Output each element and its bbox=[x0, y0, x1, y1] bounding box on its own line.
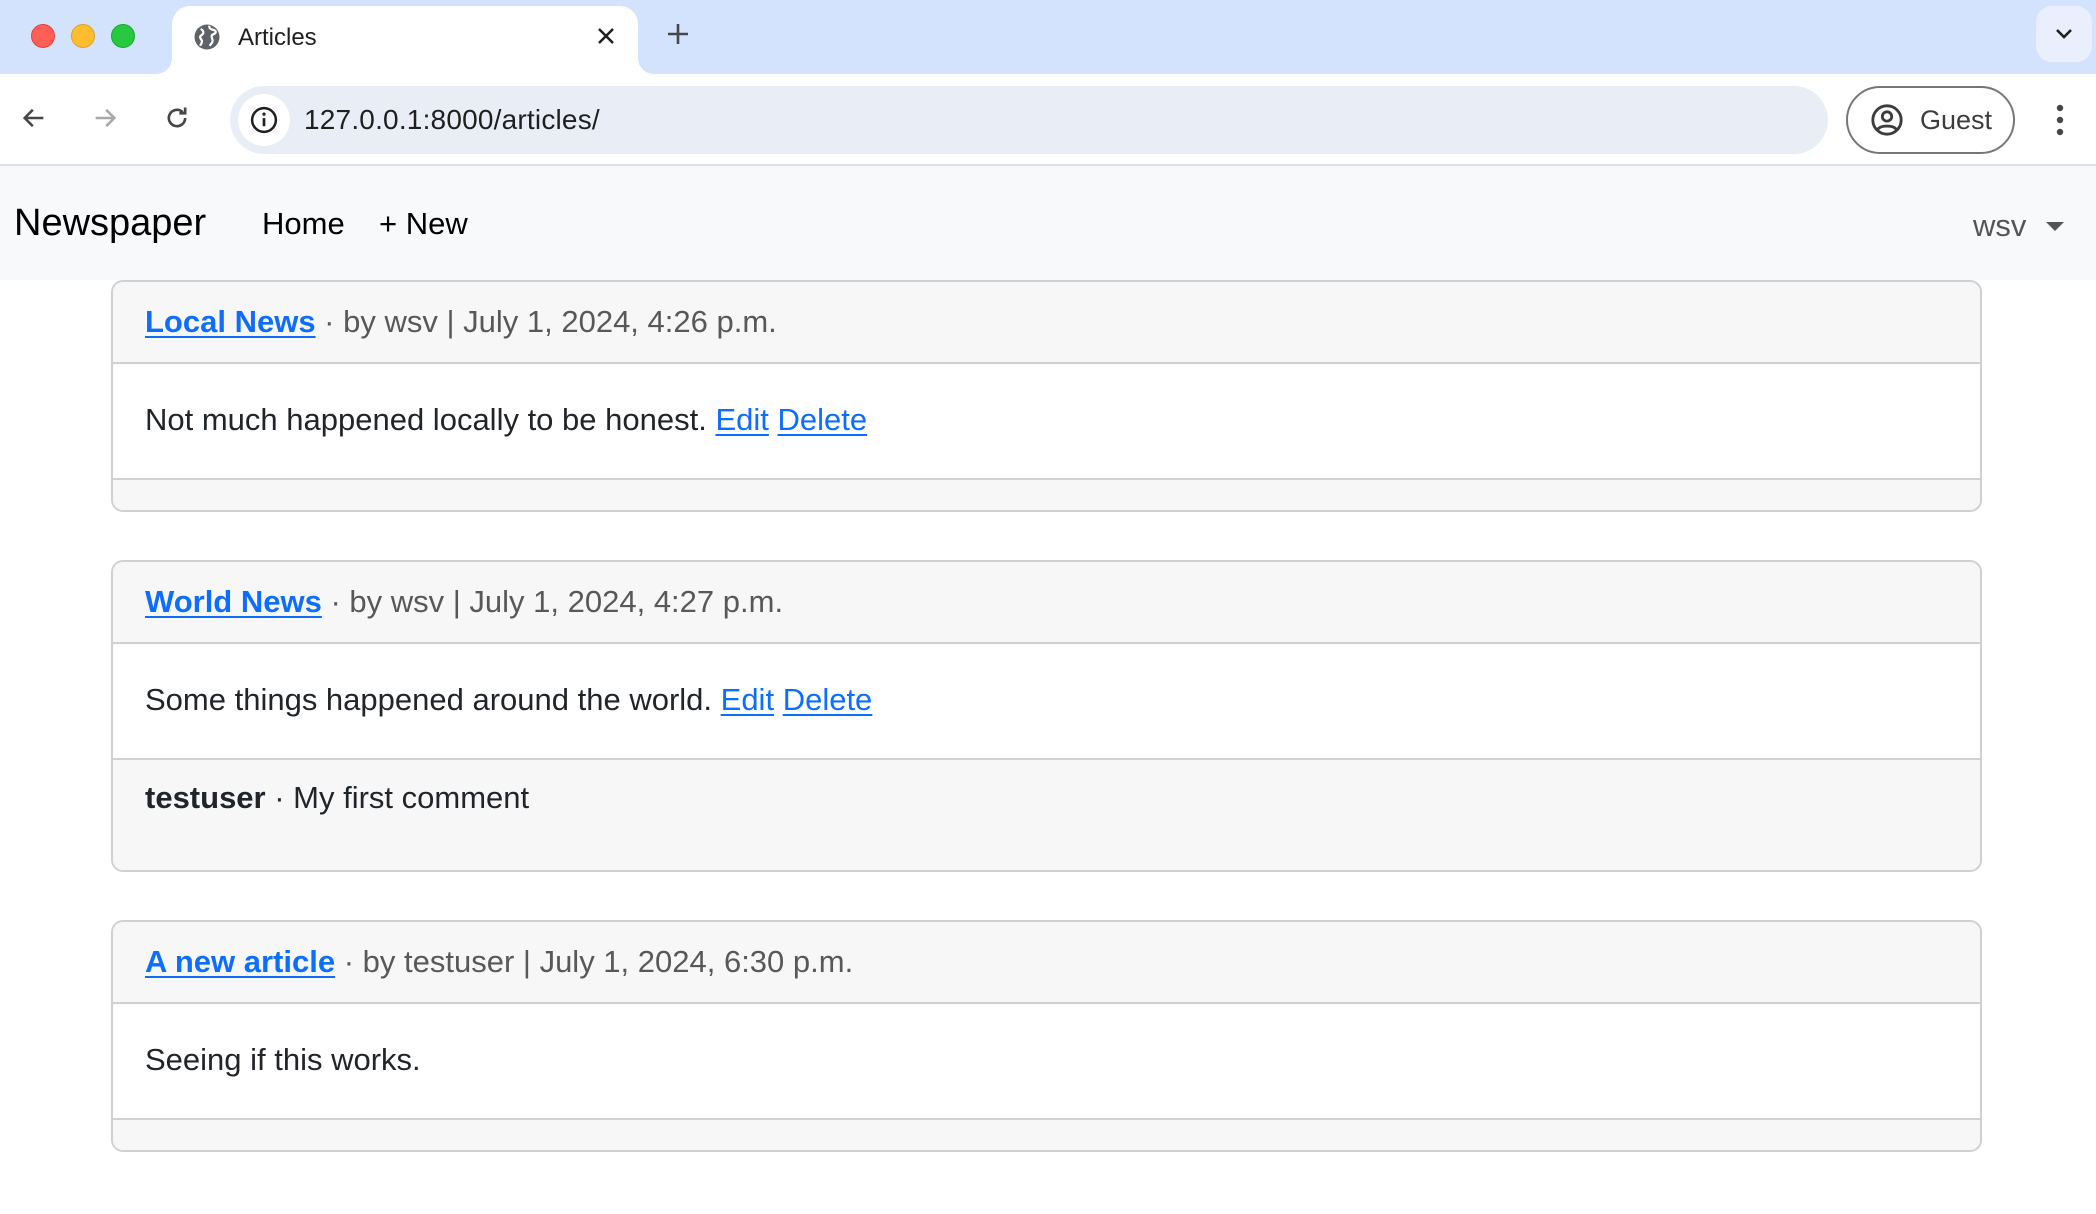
window-minimize-button[interactable] bbox=[71, 24, 95, 48]
user-dropdown-toggle[interactable]: wsv bbox=[1973, 208, 2065, 244]
comment-separator: · bbox=[265, 780, 294, 815]
edit-link[interactable]: Edit bbox=[715, 402, 768, 437]
article-body: Seeing if this works. bbox=[113, 1004, 1980, 1118]
browser-tab-active[interactable]: Articles bbox=[172, 6, 638, 74]
article-title-link[interactable]: A new article bbox=[145, 944, 335, 979]
meta-separator: · by bbox=[321, 584, 391, 619]
nav-new-article-link[interactable]: + New bbox=[379, 206, 468, 242]
new-tab-button[interactable] bbox=[662, 18, 694, 50]
window-close-button[interactable] bbox=[31, 24, 55, 48]
article-text: Seeing if this works. bbox=[145, 1042, 421, 1077]
profile-label: Guest bbox=[1920, 104, 1993, 135]
comment-author: testuser bbox=[145, 780, 266, 815]
comment-text: My first comment bbox=[293, 780, 530, 815]
article-author: wsv bbox=[390, 584, 445, 619]
meta-separator: · by bbox=[335, 944, 404, 979]
info-icon bbox=[250, 106, 278, 134]
tab-search-button[interactable] bbox=[2036, 6, 2092, 62]
brand-link[interactable]: Newspaper bbox=[14, 202, 206, 245]
delete-link[interactable]: Delete bbox=[778, 402, 868, 437]
forward-button[interactable] bbox=[83, 96, 127, 140]
edit-link[interactable]: Edit bbox=[721, 682, 774, 717]
article-card: A new article · by testuser | July 1, 20… bbox=[111, 920, 1982, 1152]
article-body: Not much happened locally to be honest. … bbox=[113, 364, 1980, 478]
browser-menu-button[interactable] bbox=[2040, 96, 2080, 144]
plus-icon bbox=[668, 24, 688, 44]
article-card: Local News · by wsv | July 1, 2024, 4:26… bbox=[111, 280, 1982, 512]
nav-home-link[interactable]: Home bbox=[262, 206, 345, 242]
article-header: World News · by wsv | July 1, 2024, 4:27… bbox=[113, 562, 1980, 644]
article-text: Some things happened around the world. bbox=[145, 682, 713, 717]
delete-link[interactable]: Delete bbox=[783, 682, 873, 717]
article-text: Not much happened locally to be honest. bbox=[145, 402, 707, 437]
address-bar[interactable]: 127.0.0.1:8000/articles/ bbox=[230, 86, 1828, 154]
chevron-down-icon bbox=[2056, 29, 2072, 39]
article-author: wsv bbox=[384, 304, 438, 339]
site-navbar: Newspaper Home + New wsv bbox=[0, 166, 2096, 280]
article-author: testuser bbox=[404, 944, 515, 979]
account-circle-icon bbox=[1871, 104, 1903, 136]
tab-title: Articles bbox=[238, 24, 317, 51]
article-header: Local News · by wsv | July 1, 2024, 4:26… bbox=[113, 282, 1980, 364]
article-date: July 1, 2024, 6:30 p.m. bbox=[539, 944, 854, 979]
article-title-link[interactable]: Local News bbox=[145, 304, 316, 339]
window-maximize-button[interactable] bbox=[111, 24, 135, 48]
comments-footer bbox=[113, 478, 1980, 510]
profile-button[interactable]: Guest bbox=[1846, 86, 2015, 154]
comment-item: testuser · My first comment bbox=[145, 780, 1948, 816]
globe-icon bbox=[192, 22, 222, 52]
browser-toolbar: 127.0.0.1:8000/articles/ Guest bbox=[0, 74, 2096, 166]
reload-icon bbox=[167, 107, 187, 128]
date-separator: | bbox=[514, 944, 540, 979]
comments-footer bbox=[113, 1118, 1980, 1150]
date-separator: | bbox=[444, 584, 470, 619]
arrow-left-icon bbox=[22, 108, 44, 128]
url-text: 127.0.0.1:8000/articles/ bbox=[304, 104, 600, 135]
user-name: wsv bbox=[1973, 208, 2027, 243]
close-icon[interactable] bbox=[590, 20, 622, 52]
meta-separator: · by bbox=[315, 304, 385, 339]
article-title-link[interactable]: World News bbox=[145, 584, 322, 619]
back-button[interactable] bbox=[12, 96, 56, 140]
comments-footer: testuser · My first comment bbox=[113, 758, 1980, 870]
caret-down-icon bbox=[2046, 221, 2065, 231]
site-info-button[interactable] bbox=[238, 94, 290, 146]
article-header: A new article · by testuser | July 1, 20… bbox=[113, 922, 1980, 1004]
arrow-right-icon bbox=[95, 108, 117, 128]
reload-button[interactable] bbox=[155, 96, 199, 140]
article-date: July 1, 2024, 4:27 p.m. bbox=[469, 584, 784, 619]
date-separator: | bbox=[437, 304, 464, 339]
tab-strip: Articles bbox=[0, 0, 2096, 74]
article-date: July 1, 2024, 4:26 p.m. bbox=[463, 304, 777, 339]
kebab-menu-icon bbox=[2056, 104, 2064, 136]
article-card: World News · by wsv | July 1, 2024, 4:27… bbox=[111, 560, 1982, 872]
article-body: Some things happened around the world. E… bbox=[113, 644, 1980, 758]
